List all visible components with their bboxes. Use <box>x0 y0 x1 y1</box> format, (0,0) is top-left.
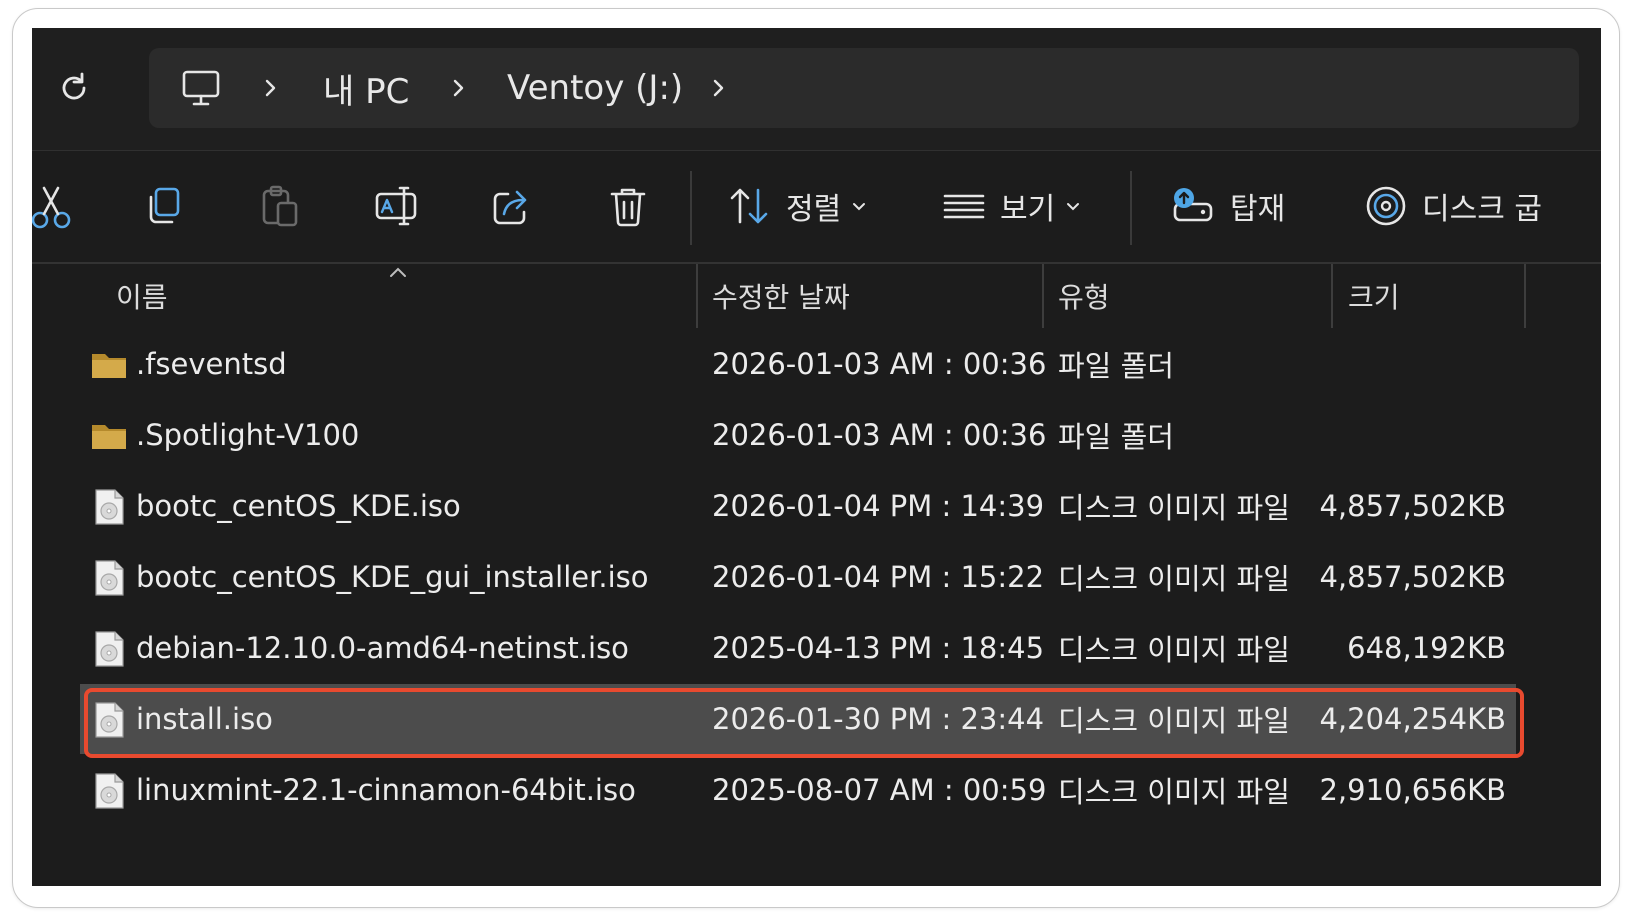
file-row[interactable]: linuxmint-22.1-cinnamon-64bit.iso 2025-0… <box>80 755 1516 825</box>
disc-image-file-icon <box>95 489 124 525</box>
file-row[interactable]: .fseventsd 2026-01-03 AM : 00:36 파일 폴더 <box>80 329 1516 399</box>
monitor-icon <box>179 66 223 110</box>
file-modified: 2026-01-03 AM : 00:36 <box>712 418 1047 452</box>
mount-drive-icon <box>1173 188 1213 222</box>
file-type: 파일 폴더 <box>1058 420 1174 454</box>
share-button[interactable] <box>490 177 534 235</box>
disc-image-file-icon <box>95 560 124 596</box>
file-name: .Spotlight-V100 <box>136 418 360 452</box>
folder-icon <box>92 425 126 449</box>
chevron-right-icon[interactable] <box>701 70 737 106</box>
file-size: 4,204,254KB <box>1319 702 1506 736</box>
view-label: 보기 <box>1000 192 1056 227</box>
file-name: linuxmint-22.1-cinnamon-64bit.iso <box>136 773 636 807</box>
file-size: 648,192KB <box>1347 631 1506 665</box>
file-type: 디스크 이미지 파일 <box>1058 633 1290 667</box>
file-type: 디스크 이미지 파일 <box>1058 704 1290 738</box>
column-type[interactable]: 유형 <box>1058 264 1110 328</box>
file-size: 4,857,502KB <box>1319 560 1506 594</box>
file-modified: 2026-01-04 PM : 14:39 <box>712 489 1045 523</box>
file-row[interactable]: bootc_centOS_KDE_gui_installer.iso 2026-… <box>80 542 1516 612</box>
sort-icon <box>730 188 768 224</box>
view-button[interactable]: 보기 <box>942 177 1102 235</box>
column-name[interactable]: 이름 <box>116 264 168 328</box>
file-modified: 2026-01-04 PM : 15:22 <box>712 560 1045 594</box>
file-size <box>1342 400 1506 470</box>
rename-button[interactable] <box>374 177 418 235</box>
chevron-right-icon[interactable] <box>441 70 477 106</box>
refresh-button[interactable] <box>54 68 94 108</box>
cut-button[interactable] <box>32 177 72 235</box>
sort-button[interactable]: 정렬 <box>728 177 888 235</box>
toolbar-separator <box>1130 171 1132 245</box>
disc-image-file-icon <box>95 631 124 667</box>
address-bar[interactable]: 내 PC Ventoy (J:) <box>149 48 1579 128</box>
file-name: bootc_centOS_KDE_gui_installer.iso <box>136 560 649 594</box>
column-size[interactable]: 크기 <box>1348 264 1400 328</box>
mount-label: 탑재 <box>1230 192 1286 227</box>
file-type: 디스크 이미지 파일 <box>1058 775 1290 809</box>
disc-image-file-icon <box>95 702 124 738</box>
share-icon <box>493 190 527 225</box>
file-row-selected[interactable]: install.iso 2026-01-30 PM : 23:44 디스크 이미… <box>80 684 1516 754</box>
disc-image-file-icon <box>95 773 124 809</box>
paste-button[interactable] <box>258 177 302 235</box>
clipboard-icon <box>262 185 298 227</box>
file-row[interactable]: .Spotlight-V100 2026-01-03 AM : 00:36 파일… <box>80 400 1516 470</box>
file-name: .fseventsd <box>136 347 287 381</box>
column-header: 이름 수정한 날짜 유형 크기 <box>32 264 1601 328</box>
sort-ascending-icon <box>388 264 408 283</box>
address-bar-row: 내 PC Ventoy (J:) <box>32 28 1601 150</box>
chevron-down-icon <box>1067 203 1080 211</box>
breadcrumb-ventoy[interactable]: Ventoy (J:) <box>507 48 683 128</box>
file-type: 디스크 이미지 파일 <box>1058 491 1290 525</box>
command-bar: 정렬 보기 탑재 디스크 굽 <box>32 151 1601 263</box>
file-modified: 2026-01-30 PM : 23:44 <box>712 702 1045 736</box>
rename-icon <box>375 186 417 226</box>
file-explorer-window: 내 PC Ventoy (J:) 정렬 보기 탑재 디스크 굽 이름 수정한 날… <box>32 28 1601 886</box>
copy-button[interactable] <box>142 177 186 235</box>
list-view-icon <box>943 194 985 219</box>
column-resize-handle[interactable] <box>1524 264 1526 328</box>
copy-icon <box>149 187 180 224</box>
file-name: install.iso <box>136 702 273 736</box>
file-type: 파일 폴더 <box>1058 349 1174 383</box>
disc-icon <box>1366 186 1406 226</box>
folder-icon <box>92 354 126 378</box>
burn-disc-button[interactable]: 디스크 굽 <box>1364 177 1601 235</box>
file-size: 4,857,502KB <box>1319 489 1506 523</box>
file-type: 디스크 이미지 파일 <box>1058 562 1290 596</box>
toolbar-separator <box>690 171 692 245</box>
delete-button[interactable] <box>606 177 650 235</box>
file-modified: 2025-04-13 PM : 18:45 <box>712 631 1045 665</box>
file-name: debian-12.10.0-amd64-netinst.iso <box>136 631 629 665</box>
file-name: bootc_centOS_KDE.iso <box>136 489 461 523</box>
chevron-right-icon[interactable] <box>253 70 289 106</box>
column-resize-handle[interactable] <box>1331 264 1333 328</box>
trash-icon <box>610 188 646 227</box>
file-size <box>1342 329 1506 399</box>
column-modified[interactable]: 수정한 날짜 <box>712 264 850 328</box>
column-resize-handle[interactable] <box>696 264 698 328</box>
mount-button[interactable]: 탑재 <box>1170 177 1310 235</box>
file-modified: 2025-08-07 AM : 00:59 <box>712 773 1047 807</box>
column-resize-handle[interactable] <box>1042 264 1044 328</box>
file-modified: 2026-01-03 AM : 00:36 <box>712 347 1047 381</box>
refresh-icon <box>62 72 86 100</box>
breadcrumb-mypc[interactable]: 내 PC <box>323 48 409 128</box>
file-size: 2,910,656KB <box>1319 773 1506 807</box>
chevron-down-icon <box>853 203 866 211</box>
file-row[interactable]: debian-12.10.0-amd64-netinst.iso 2025-04… <box>80 613 1516 683</box>
sort-label: 정렬 <box>786 192 842 227</box>
file-row[interactable]: bootc_centOS_KDE.iso 2026-01-04 PM : 14:… <box>80 471 1516 541</box>
scissors-icon <box>32 186 71 229</box>
burn-label: 디스크 굽 <box>1422 192 1542 227</box>
